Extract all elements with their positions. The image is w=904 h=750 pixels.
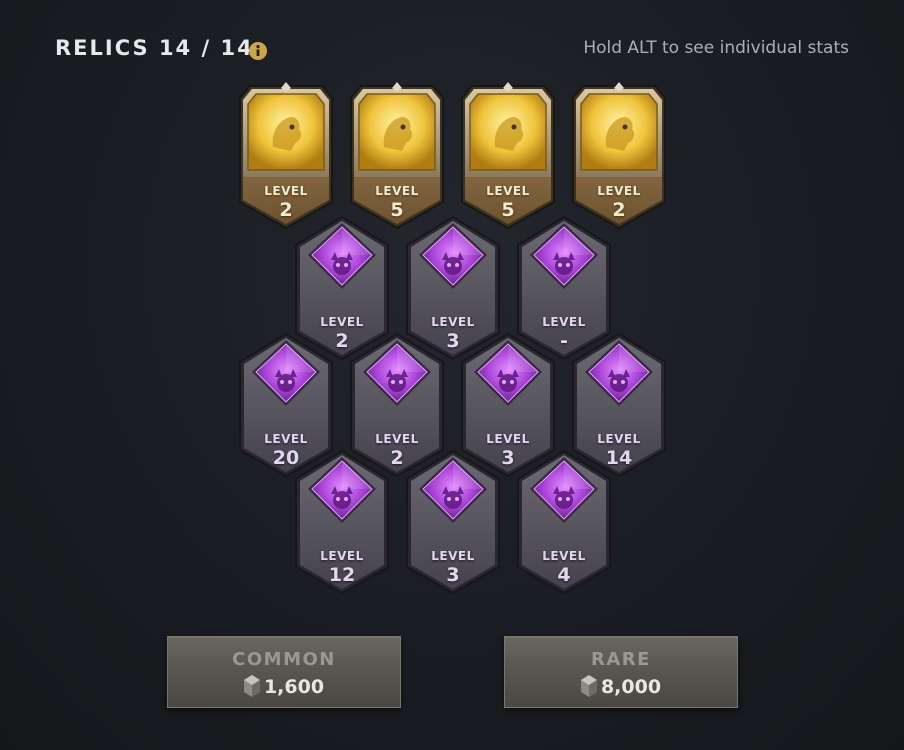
crossed-weapons-icon <box>608 369 630 392</box>
relic-level-label: LEVEL <box>320 315 364 329</box>
buy-rare-relic-button[interactable]: RARE 8,000 <box>504 636 738 708</box>
relic-row1-4[interactable]: LEVEL 2 <box>569 82 669 232</box>
relic-level-label: LEVEL <box>431 315 475 329</box>
relic-level-label: LEVEL <box>375 432 419 446</box>
relics-count-title: RELICS 14 / 14 <box>55 36 254 60</box>
fist-icon <box>442 486 464 509</box>
info-icon[interactable] <box>248 41 268 61</box>
relic-level-label: LEVEL <box>597 432 641 446</box>
horned-skull-icon <box>331 252 353 275</box>
hand-grab-icon <box>494 117 524 151</box>
relic-level-label: LEVEL <box>431 549 475 563</box>
relic-row1-3[interactable]: LEVEL 5 <box>458 82 558 232</box>
relic-level-label: LEVEL <box>486 432 530 446</box>
relic-level-label: LEVEL <box>264 432 308 446</box>
relic-row4-2[interactable]: LEVEL 3 <box>403 447 503 597</box>
rare-price: 8,000 <box>505 675 737 698</box>
skull-pile-icon <box>553 486 575 509</box>
relic-row1-1[interactable]: LEVEL 2 <box>236 82 336 232</box>
horned-skull-icon <box>275 369 297 392</box>
shard-currency-icon <box>243 675 260 697</box>
relic-level-value: 12 <box>328 564 356 586</box>
relic-level-label: LEVEL <box>542 315 586 329</box>
relic-row4-3[interactable]: LEVEL 4 <box>514 447 614 597</box>
wolf-head-icon <box>383 117 413 151</box>
sword-icon <box>442 252 464 275</box>
buy-common-relic-button[interactable]: COMMON 1,600 <box>167 636 401 708</box>
wings-icon <box>386 369 408 392</box>
common-price: 1,600 <box>168 675 400 698</box>
rare-price-value: 8,000 <box>600 676 662 698</box>
shard-currency-icon <box>580 675 597 697</box>
skull-icon <box>497 369 519 392</box>
common-button-label: COMMON <box>232 649 336 670</box>
alt-hint-text: Hold ALT to see individual stats <box>583 38 849 58</box>
relic-level-label: LEVEL <box>264 184 308 198</box>
cage-trap-icon <box>605 117 635 151</box>
relic-level-value: 4 <box>557 564 571 586</box>
wolf-head-icon <box>272 117 302 151</box>
relic-row4-1[interactable]: LEVEL 12 <box>292 447 392 597</box>
common-price-value: 1,600 <box>263 676 325 698</box>
relic-level-label: LEVEL <box>542 549 586 563</box>
rare-button-label: RARE <box>591 649 651 670</box>
flame-icon <box>331 486 353 509</box>
relic-level-label: LEVEL <box>375 184 419 198</box>
eye-target-icon <box>553 252 575 275</box>
relic-level-label: LEVEL <box>320 549 364 563</box>
relic-level-value: 3 <box>446 564 460 586</box>
relic-level-label: LEVEL <box>486 184 530 198</box>
relic-row1-2[interactable]: LEVEL 5 <box>347 82 447 232</box>
relic-level-label: LEVEL <box>597 184 641 198</box>
